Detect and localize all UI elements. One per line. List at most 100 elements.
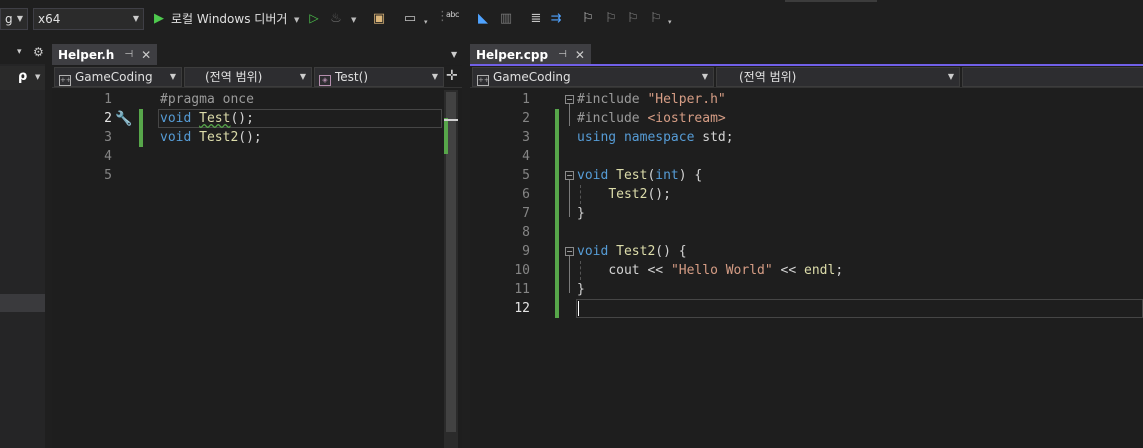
tab-strip: Helper.h ⊣ ✕ ▼ <box>52 44 462 65</box>
tab-title: Helper.cpp <box>476 47 549 62</box>
collapse-region-icon[interactable]: − <box>565 171 574 180</box>
punct-token: (); <box>647 187 671 202</box>
collapse-region-icon[interactable]: − <box>565 247 574 256</box>
line-number: 9 <box>522 244 530 259</box>
punct-token: () { <box>655 244 687 259</box>
uncomment-lines-icon[interactable]: ⇉ <box>548 10 564 26</box>
scope-dropdown[interactable]: (전역 범위) ▼ <box>716 67 960 87</box>
code-line: } <box>577 282 585 297</box>
changed-lines-marker <box>139 109 143 147</box>
scope-value: (전역 범위) <box>739 70 797 84</box>
platform-dropdown[interactable]: x64 ▼ <box>33 8 144 30</box>
platform-value: x64 <box>38 12 61 26</box>
preprocessor-token: #include <box>577 92 640 107</box>
code-line: void Test2(); <box>160 128 262 147</box>
code-line: } <box>577 206 585 221</box>
editor-pane-helper-h: Helper.h ⊣ ✕ ▼ ++ GameCoding ▼ (전역 범위) ▼ … <box>52 44 462 448</box>
identifier-token: std; <box>702 130 734 145</box>
clear-bookmarks-icon[interactable]: ⚐ <box>648 10 664 26</box>
close-icon[interactable]: ✕ <box>575 48 585 62</box>
keyword-token: void <box>160 111 192 126</box>
outline-line <box>569 256 570 293</box>
breakpoint-location-icon[interactable]: ◣ <box>475 10 491 26</box>
member-dropdown[interactable]: ◈ Test() ▼ <box>314 67 444 87</box>
pin-icon[interactable]: ⊣ <box>558 49 567 60</box>
keyword-token: using <box>577 130 617 145</box>
text-caret <box>578 301 579 316</box>
line-number: 3 <box>104 130 112 145</box>
previous-bookmark-icon[interactable]: ⚐ <box>603 10 619 26</box>
pin-icon[interactable]: ⊣ <box>124 49 133 60</box>
scrollbar-caret-marker <box>444 119 458 121</box>
folder-icon[interactable]: ▣ <box>371 10 387 26</box>
tab-helper-cpp[interactable]: Helper.cpp ⊣ ✕ <box>470 44 591 65</box>
outline-line <box>569 104 570 126</box>
line-number: 6 <box>522 187 530 202</box>
tab-helper-h[interactable]: Helper.h ⊣ ✕ <box>52 44 158 65</box>
line-number: 4 <box>522 149 530 164</box>
chevron-down-icon: ▼ <box>16 14 23 23</box>
run-target-chevron-icon[interactable]: ▼ <box>294 16 299 24</box>
next-bookmark-icon[interactable]: ⚐ <box>625 10 641 26</box>
outline-line <box>569 180 570 217</box>
comment-lines-icon[interactable]: ≣ <box>528 10 544 26</box>
line-number: 3 <box>522 130 530 145</box>
identifier-token: cout << <box>608 263 664 278</box>
tab-list-chevron-icon[interactable]: ▼ <box>451 50 457 59</box>
project-icon: ++ <box>59 75 72 86</box>
code-line: #include <iostream> <box>577 109 726 128</box>
collapse-region-icon[interactable]: − <box>565 95 574 104</box>
code-line: void Test2() { <box>577 242 687 261</box>
project-dropdown[interactable]: ++ GameCoding ▼ <box>54 67 182 87</box>
editor-pane-helper-cpp: Helper.cpp ⊣ ✕ ++ GameCoding ▼ (전역 범위) ▼ … <box>470 44 1143 448</box>
chevron-down-icon: ▼ <box>299 72 306 81</box>
bookmark-chevron-icon[interactable]: ▾ <box>668 18 672 26</box>
run-target-label[interactable]: 로컬 Windows 디버거 <box>171 10 287 27</box>
keyword-token: void <box>160 130 192 145</box>
chevron-down-icon[interactable]: ▼ <box>35 73 40 81</box>
start-without-debug-icon[interactable]: ▷ <box>306 10 322 26</box>
scope-dropdown[interactable]: (전역 범위) ▼ <box>184 67 312 87</box>
start-debug-icon[interactable]: ▶ <box>151 10 167 26</box>
keyword-token: int <box>655 168 679 183</box>
panel-search-row[interactable]: ρ ▼ <box>0 66 45 90</box>
code-line: void Test(); <box>160 109 254 128</box>
search-icon[interactable]: ρ <box>18 69 27 84</box>
step-icon[interactable]: ▥ <box>498 10 514 26</box>
bookmark-icon[interactable]: ⚐ <box>580 10 596 26</box>
line-number: 1 <box>522 92 530 107</box>
line-number: 11 <box>514 282 530 297</box>
gear-icon[interactable]: ⚙ <box>33 45 44 59</box>
hot-reload-icon[interactable]: ♨ <box>328 10 344 26</box>
code-line: #include "Helper.h" <box>577 90 726 109</box>
selected-tree-item[interactable] <box>0 294 45 312</box>
quick-actions-screwdriver-icon[interactable]: 🔧 <box>115 111 132 127</box>
split-window-icon[interactable]: ✛ <box>446 68 458 84</box>
function-token: Test <box>616 168 648 183</box>
member-dropdown[interactable] <box>962 67 1143 87</box>
window-layout-icon[interactable]: ▭ <box>402 10 418 26</box>
punct-token: (); <box>238 130 262 145</box>
code-line: #pragma once <box>160 92 254 107</box>
panel-menu-chevron-icon[interactable]: ▾ <box>17 47 22 57</box>
line-number: 2 <box>522 111 530 126</box>
vertical-scrollbar[interactable] <box>444 90 458 448</box>
line-number: 2 <box>104 111 112 126</box>
chevron-down-icon: ▼ <box>132 14 139 23</box>
hot-reload-chevron-icon[interactable]: ▼ <box>351 16 356 24</box>
close-icon[interactable]: ✕ <box>141 48 151 62</box>
function-token: Test2 <box>616 244 656 259</box>
preprocessor-token: #include <box>577 111 640 126</box>
keyword-token: void <box>577 168 609 183</box>
spell-check-icon[interactable]: abc <box>446 10 459 19</box>
project-dropdown[interactable]: ++ GameCoding ▼ <box>472 67 714 87</box>
layout-chevron-icon[interactable]: ▾ <box>424 18 428 26</box>
configuration-dropdown[interactable]: g ▼ <box>0 8 28 30</box>
chevron-down-icon: ▼ <box>701 72 708 81</box>
function-token: Test2 <box>608 187 648 202</box>
string-token: "Helper.h" <box>647 92 726 107</box>
punct-token: ; <box>835 263 844 278</box>
operator-token: << <box>780 263 797 278</box>
tab-title: Helper.h <box>58 47 115 62</box>
function-token: endl <box>804 263 836 278</box>
